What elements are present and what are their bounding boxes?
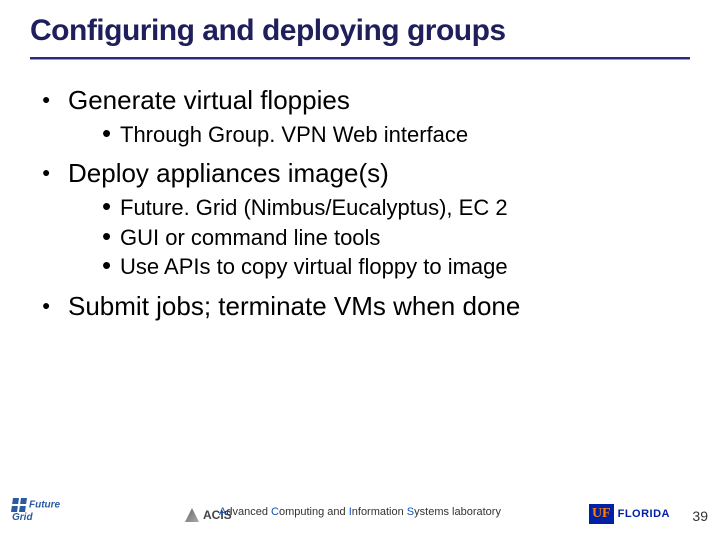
sub-bullet-list: Through Group. VPN Web interface [68, 120, 678, 150]
slide-body: Generate virtual floppies Through Group.… [42, 82, 678, 328]
bullet-list: Generate virtual floppies Through Group.… [42, 82, 678, 326]
bullet-text: Generate virtual floppies [68, 85, 350, 115]
acis-nformation: nformation [352, 506, 407, 518]
acis-omputing: omputing and [279, 506, 349, 518]
bullet-item: Generate virtual floppies Through Group.… [42, 82, 678, 149]
bullet-text: Deploy appliances image(s) [68, 158, 389, 188]
sub-bullet-list: Future. Grid (Nimbus/Eucalyptus), EC 2 G… [68, 193, 678, 282]
footer: Future Grid ACIS Advanced Computing and … [0, 492, 720, 532]
title-underline [30, 57, 690, 60]
bullet-item: Submit jobs; terminate VMs when done [42, 288, 678, 326]
acis-ystems: ystems laboratory [414, 506, 501, 518]
uf-logo: UF FLORIDA [589, 504, 670, 524]
sub-bullet-item: Future. Grid (Nimbus/Eucalyptus), EC 2 [102, 193, 678, 223]
sub-bullet-item: Use APIs to copy virtual floppy to image [102, 252, 678, 282]
sub-bullet-text: Use APIs to copy virtual floppy to image [120, 254, 508, 279]
sub-bullet-item: GUI or command line tools [102, 223, 678, 253]
acis-c: C [271, 506, 279, 518]
slide: Configuring and deploying groups Generat… [0, 0, 720, 540]
slide-title: Configuring and deploying groups [30, 14, 690, 48]
acis-dvanced: dvanced [226, 506, 271, 518]
bullet-text: Submit jobs; terminate VMs when done [68, 291, 520, 321]
bullet-item: Deploy appliances image(s) Future. Grid … [42, 155, 678, 282]
uf-monogram: UF [589, 504, 614, 524]
sub-bullet-text: Through Group. VPN Web interface [120, 122, 468, 147]
sub-bullet-text: Future. Grid (Nimbus/Eucalyptus), EC 2 [120, 195, 508, 220]
sub-bullet-text: GUI or command line tools [120, 225, 380, 250]
sub-bullet-item: Through Group. VPN Web interface [102, 120, 678, 150]
uf-word: FLORIDA [618, 508, 670, 520]
page-number: 39 [692, 508, 708, 524]
